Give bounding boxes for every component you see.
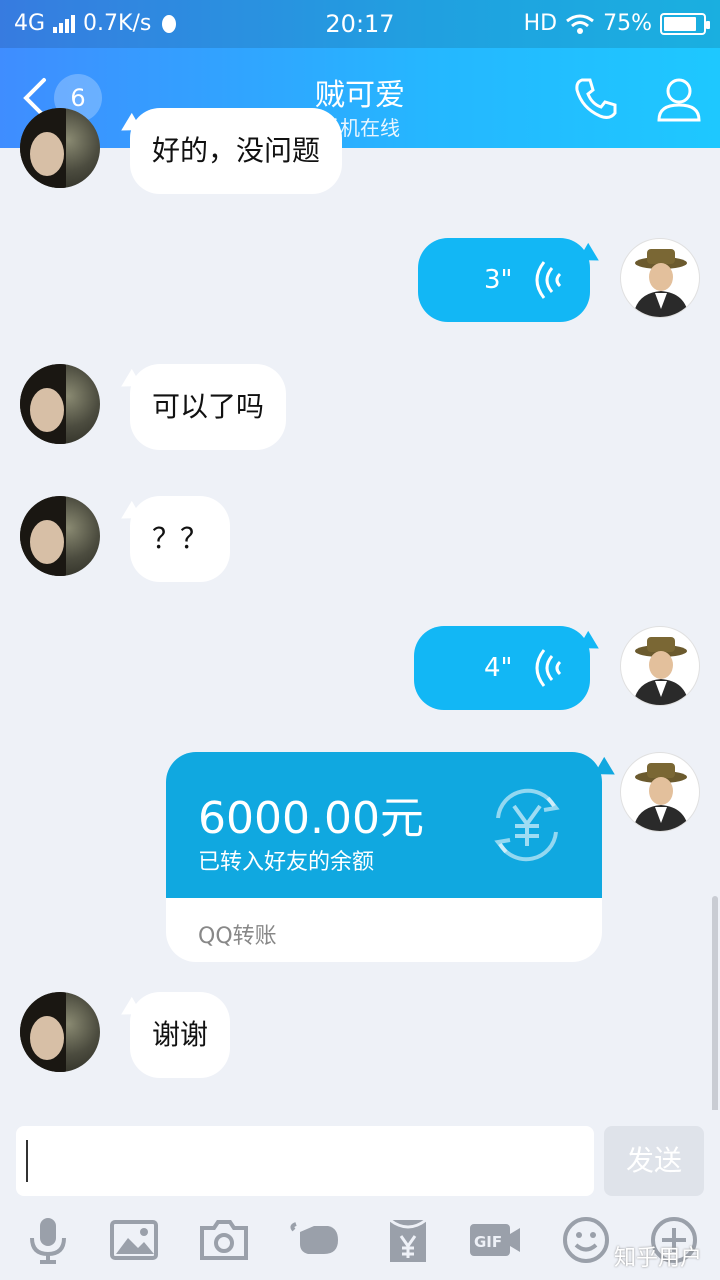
poke-hand-icon[interactable] <box>288 1214 344 1266</box>
svg-text:GIF: GIF <box>474 1233 502 1251</box>
status-bar: 4G 0.7K/s 20:17 HD 75% <box>0 0 720 48</box>
transfer-card[interactable]: 6000.00元 已转入好友的余额 QQ转账 <box>166 752 602 962</box>
contact-avatar[interactable] <box>20 992 100 1072</box>
voice-message-bubble[interactable]: 3" <box>418 238 590 322</box>
hd-badge: HD <box>523 11 558 36</box>
message-bubble-left[interactable]: ？？ <box>130 496 231 582</box>
top-bar: 4G 0.7K/s 20:17 HD 75% 6 贼可爱 手机在线 <box>0 0 720 148</box>
battery-percent: 75% <box>603 11 652 36</box>
phone-icon[interactable] <box>570 74 620 124</box>
message-bubble-left[interactable]: 好的，没问题 <box>130 108 343 194</box>
chat-scrollbar[interactable] <box>712 896 718 1116</box>
my-avatar[interactable] <box>620 238 700 318</box>
contact-avatar[interactable] <box>20 364 100 444</box>
send-button[interactable]: 发送 <box>604 1126 704 1196</box>
man-in-hat-icon <box>633 249 689 317</box>
profile-icon[interactable] <box>654 74 704 124</box>
my-avatar[interactable] <box>620 752 700 832</box>
image-icon[interactable] <box>108 1214 160 1266</box>
text-caret <box>26 1140 28 1182</box>
gif-icon[interactable]: GIF <box>466 1214 524 1266</box>
message-bubble-left[interactable]: 谢谢 <box>130 992 231 1078</box>
battery-icon <box>660 13 710 35</box>
my-avatar[interactable] <box>620 626 700 706</box>
wifi-icon <box>566 14 595 34</box>
message-bubble-left[interactable]: 可以了吗 <box>130 364 287 450</box>
voice-duration: 4" <box>484 653 513 683</box>
transfer-header: 6000.00元 已转入好友的余额 <box>166 752 602 898</box>
voice-message-bubble[interactable]: 4" <box>414 626 590 710</box>
transfer-footer: QQ转账 <box>198 924 277 949</box>
transfer-amount: 6000.00元 <box>198 793 424 844</box>
transfer-note: 已转入好友的余额 <box>198 850 375 875</box>
contact-avatar[interactable] <box>20 108 100 188</box>
voice-duration: 3" <box>484 265 513 295</box>
camera-icon[interactable] <box>198 1214 250 1266</box>
voice-wave-icon <box>535 261 562 299</box>
red-packet-icon[interactable] <box>382 1214 434 1266</box>
man-in-hat-icon <box>633 763 689 831</box>
status-right: HD 75% <box>523 10 710 38</box>
emoji-icon[interactable] <box>560 1214 612 1266</box>
man-in-hat-icon <box>633 637 689 705</box>
contact-avatar[interactable] <box>20 496 100 576</box>
microphone-icon[interactable] <box>22 1214 74 1266</box>
watermark: 知乎用户 <box>613 1246 702 1271</box>
message-input[interactable] <box>16 1126 594 1196</box>
yuan-transfer-icon <box>494 788 560 862</box>
voice-wave-icon <box>535 649 562 687</box>
